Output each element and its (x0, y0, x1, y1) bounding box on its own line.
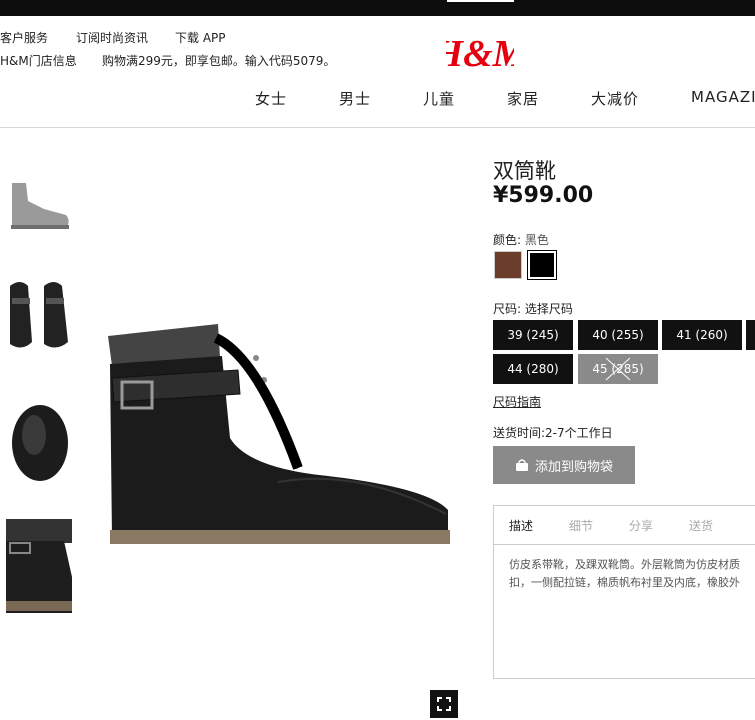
size-label-row: 尺码: 选择尺码 (493, 300, 573, 317)
tab-description[interactable]: 描述 (509, 517, 533, 534)
color-swatch-black[interactable] (528, 251, 556, 279)
shopping-bag-icon (515, 459, 528, 471)
nav-kids[interactable]: 儿童 (423, 88, 455, 109)
nav-home[interactable]: 家居 (507, 88, 539, 109)
hm-logo[interactable]: H&M (446, 30, 514, 74)
thumbnail-top[interactable] (4, 385, 72, 485)
nav-magazine[interactable]: MAGAZINE (691, 88, 755, 106)
nav-sale[interactable]: 大减价 (591, 88, 639, 109)
size-label: 尺码: (493, 302, 522, 316)
fullscreen-button[interactable] (430, 690, 458, 718)
description-text: 仿皮系带靴，及踝双靴筒。外层靴筒为仿皮材质 扣，一侧配拉链，棉质帆布衬里及内底，… (509, 556, 755, 592)
tab-share[interactable]: 分享 (629, 517, 653, 534)
customer-service-link[interactable]: 客户服务 (0, 29, 48, 46)
color-label-row: 颜色: 黑色 (493, 231, 549, 248)
nav-men[interactable]: 男士 (339, 88, 371, 109)
promo-text: 购物满299元，即享包邮。输入代码5079。 (102, 54, 336, 68)
svg-text:H&M: H&M (446, 33, 514, 74)
product-price: ¥599.00 (493, 183, 594, 208)
main-product-image (108, 324, 450, 544)
size-option-40[interactable]: 40 (255) (578, 320, 658, 350)
delivery-time: 送货时间:2-7个工作日 (493, 426, 613, 440)
nav-women[interactable]: 女士 (255, 88, 287, 109)
header-divider (0, 127, 755, 128)
color-value: 黑色 (524, 233, 549, 247)
store-info-link[interactable]: H&M门店信息 (0, 52, 77, 69)
thumbnail-pair[interactable] (4, 268, 72, 368)
color-swatch-brown[interactable] (494, 251, 522, 279)
expand-icon (437, 697, 451, 711)
size-option-39[interactable]: 39 (245) (493, 320, 573, 350)
color-label: 颜色: (493, 233, 522, 247)
size-option-partial[interactable] (746, 320, 755, 350)
newsletter-link[interactable]: 订阅时尚资讯 (76, 29, 148, 46)
size-value: 选择尺码 (524, 302, 573, 316)
top-bar-tab[interactable] (447, 0, 514, 2)
size-option-44[interactable]: 44 (280) (493, 354, 573, 384)
size-option-45-unavailable[interactable]: 45 (285) (578, 354, 658, 384)
description-line: 仿皮系带靴，及踝双靴筒。外层靴筒为仿皮材质 (509, 558, 740, 571)
add-to-bag-label: 添加到购物袋 (534, 458, 613, 474)
tab-details[interactable]: 细节 (569, 517, 593, 534)
unavailable-cross-icon (605, 357, 631, 381)
thumbnail-detail[interactable] (4, 517, 72, 617)
description-line: 扣，一侧配拉链，棉质帆布衬里及内底，橡胶外 (509, 576, 740, 589)
size-option-41[interactable]: 41 (260) (662, 320, 742, 350)
thumbnail-side[interactable] (4, 155, 72, 255)
tab-row: 描述 细节 分享 送货 (494, 506, 755, 545)
product-title: 双筒靴 (493, 159, 556, 183)
add-to-bag-button[interactable]: 添加到购物袋 (493, 446, 635, 484)
product-info-tabs: 描述 细节 分享 送货 仿皮系带靴，及踝双靴筒。外层靴筒为仿皮材质 扣，一侧配拉… (493, 505, 755, 679)
download-app-link[interactable]: 下载 APP (175, 29, 226, 46)
top-bar (0, 0, 755, 16)
size-guide-link[interactable]: 尺码指南 (493, 393, 541, 410)
tab-delivery[interactable]: 送货 (689, 517, 713, 534)
